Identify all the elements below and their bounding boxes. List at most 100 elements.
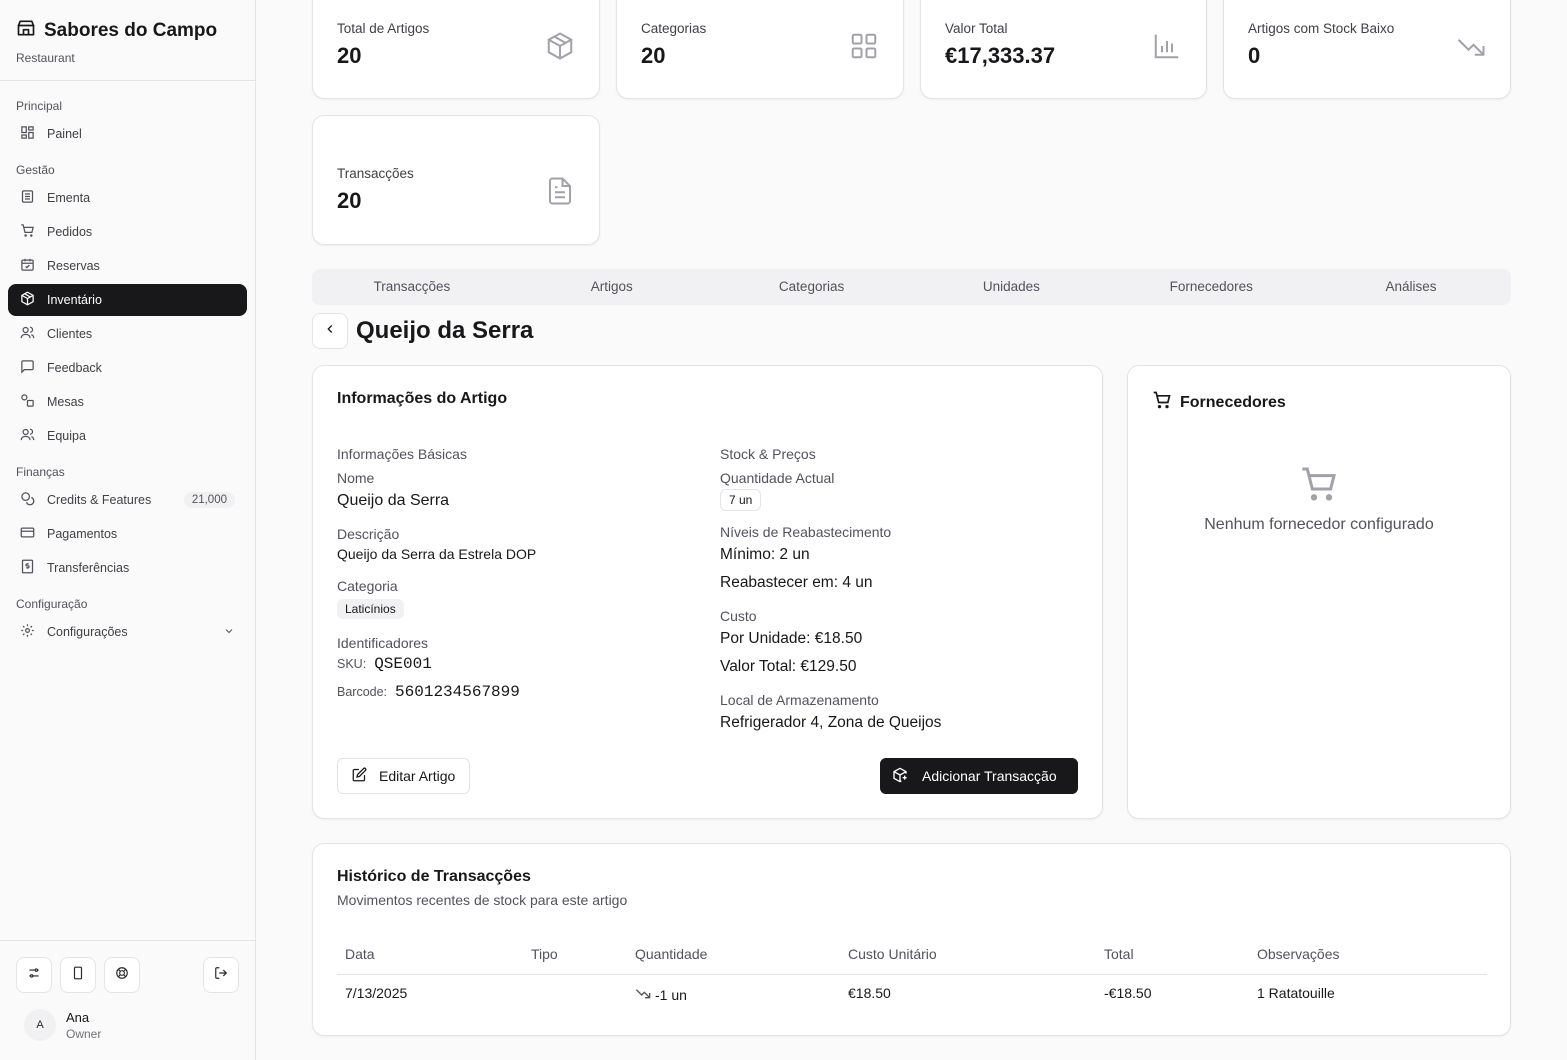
sidebar-item-reservas[interactable]: Reservas: [8, 250, 247, 282]
user-role: Owner: [66, 1026, 102, 1041]
category-badge: Laticínios: [337, 599, 404, 619]
stat-card-total-artigos: Total de Artigos 20: [312, 0, 600, 99]
back-button[interactable]: [312, 313, 348, 349]
location-label: Local de Armazenamento: [720, 692, 879, 708]
nav-group-financas: Finanças: [16, 465, 65, 479]
mobile-button[interactable]: [60, 957, 96, 993]
sidebar-item-pedidos[interactable]: Pedidos: [8, 216, 247, 248]
tab-analises[interactable]: Análises: [1311, 269, 1511, 305]
user-name: Ana: [66, 1009, 90, 1025]
sidebar-item-label: Equipa: [47, 429, 86, 443]
col-observacoes: Observações: [1257, 946, 1340, 962]
stat-label: Artigos com Stock Baixo: [1248, 21, 1395, 36]
brand: Sabores do Campo Restaurant: [16, 18, 217, 66]
tab-artigos[interactable]: Artigos: [512, 269, 712, 305]
col-tipo: Tipo: [531, 946, 558, 962]
file-text-icon: [545, 176, 575, 211]
user-profile[interactable]: A Ana Owner: [24, 1009, 101, 1041]
tab-unidades[interactable]: Unidades: [911, 269, 1111, 305]
cart-icon: [20, 223, 35, 241]
stat-value: 0: [1248, 43, 1261, 68]
row-date: 7/13/2025: [345, 985, 408, 1001]
sidebar-item-feedback[interactable]: Feedback: [8, 352, 247, 384]
sidebar-item-painel[interactable]: Painel: [8, 118, 247, 150]
sku-label: SKU:: [337, 657, 367, 671]
table-row[interactable]: 7/13/2025 -1 un €18.50 -€18.50 1 Ratatou…: [337, 975, 1487, 1015]
item-info-title: Informações do Artigo: [337, 390, 508, 407]
sidebar-item-label: Inventário: [47, 293, 102, 307]
smartphone-icon: [71, 966, 85, 985]
tab-fornecedores[interactable]: Fornecedores: [1111, 269, 1311, 305]
transaction-history-card: Histórico de Transacções Movimentos rece…: [312, 843, 1511, 1036]
stat-value: €17,333.37: [945, 43, 1056, 68]
settings-sliders-button[interactable]: [16, 957, 52, 993]
qty-label: Quantidade Actual: [720, 470, 835, 486]
inventory-tabs: Transacções Artigos Categorias Unidades …: [312, 269, 1511, 305]
name-label: Nome: [337, 470, 375, 486]
empty-cart-icon: [1299, 464, 1339, 509]
stat-label: Transacções: [337, 166, 414, 181]
tab-transaccoes[interactable]: Transacções: [312, 269, 512, 305]
sidebar-item-label: Transferências: [47, 561, 130, 575]
help-button[interactable]: [104, 957, 140, 993]
item-name: Queijo da Serra: [337, 492, 450, 509]
trending-down-icon: [635, 985, 651, 1004]
sidebar-footer: A Ana Owner: [0, 940, 255, 1060]
min-level: Mínimo: 2 un: [720, 546, 810, 563]
sidebar-item-transferencias[interactable]: Transferências: [8, 552, 247, 584]
stock-heading: Stock & Preços: [720, 446, 816, 462]
sidebar-item-inventario[interactable]: Inventário: [8, 284, 247, 316]
chevron-left-icon: [323, 322, 337, 341]
stat-label: Categorias: [641, 21, 707, 36]
barcode-label: Barcode:: [337, 685, 388, 699]
sidebar-item-ementa[interactable]: Ementa: [8, 182, 247, 214]
sidebar-item-mesas[interactable]: Mesas: [8, 386, 247, 418]
stat-value: 20: [337, 188, 362, 213]
total-value: Valor Total: €129.50: [720, 658, 857, 675]
qty-value: 7 un: [720, 489, 762, 511]
history-subtitle: Movimentos recentes de stock para este a…: [337, 892, 628, 908]
tab-categorias[interactable]: Categorias: [712, 269, 912, 305]
calendar-icon: [20, 257, 35, 275]
suppliers-title: Fornecedores: [1180, 393, 1286, 411]
users-icon: [20, 325, 35, 343]
col-custo-unitario: Custo Unitário: [848, 946, 937, 962]
sidebar-item-pagamentos[interactable]: Pagamentos: [8, 518, 247, 550]
basic-info-heading: Informações Básicas: [337, 446, 467, 462]
row-unit-cost: €18.50: [848, 985, 891, 1001]
logout-button[interactable]: [203, 957, 239, 993]
reorder-level: Reabastecer em: 4 un: [720, 574, 873, 591]
nav-group-gestao: Gestão: [16, 163, 55, 177]
edit-item-button[interactable]: Editar Artigo: [337, 758, 471, 794]
edit-icon: [352, 767, 367, 785]
stat-card-transaccoes: Transacções 20: [312, 115, 600, 245]
item-description: Queijo da Serra da Estrela DOP: [337, 546, 537, 562]
sidebar-item-configuracoes[interactable]: Configurações: [8, 616, 247, 648]
storage-location: Refrigerador 4, Zona de Queijos: [720, 714, 942, 731]
row-quantity: -1 un: [635, 985, 687, 1004]
item-info-card: Informações do Artigo Informações Básica…: [312, 365, 1103, 819]
stat-label: Total de Artigos: [337, 21, 430, 36]
row-total: -€18.50: [1104, 985, 1152, 1001]
coins-icon: [20, 491, 35, 509]
sidebar-item-label: Pagamentos: [47, 527, 118, 541]
barcode-value: 5601234567899: [395, 683, 520, 701]
lifebuoy-icon: [115, 966, 129, 985]
sidebar-item-label: Reservas: [47, 259, 100, 273]
category-value: Laticínios: [337, 599, 404, 619]
shapes-icon: [20, 393, 35, 411]
credit-card-icon: [20, 525, 35, 543]
sidebar-item-label: Ementa: [47, 191, 91, 205]
sidebar-item-label: Feedback: [47, 361, 102, 375]
sidebar-item-equipa[interactable]: Equipa: [8, 420, 247, 452]
message-icon: [20, 359, 35, 377]
add-transaction-button[interactable]: Adicionar Transacção: [880, 758, 1078, 794]
receipt-icon: [20, 559, 35, 577]
team-icon: [20, 427, 35, 445]
suppliers-empty-text: Nenhum fornecedor configurado: [1204, 516, 1434, 533]
col-quantidade: Quantidade: [635, 946, 708, 962]
sidebar-item-clientes[interactable]: Clientes: [8, 318, 247, 350]
sidebar: Sabores do Campo Restaurant Principal Pa…: [0, 0, 256, 1060]
sidebar-item-credits[interactable]: Credits & Features 21,000: [8, 484, 247, 516]
grid-icon: [20, 125, 35, 143]
